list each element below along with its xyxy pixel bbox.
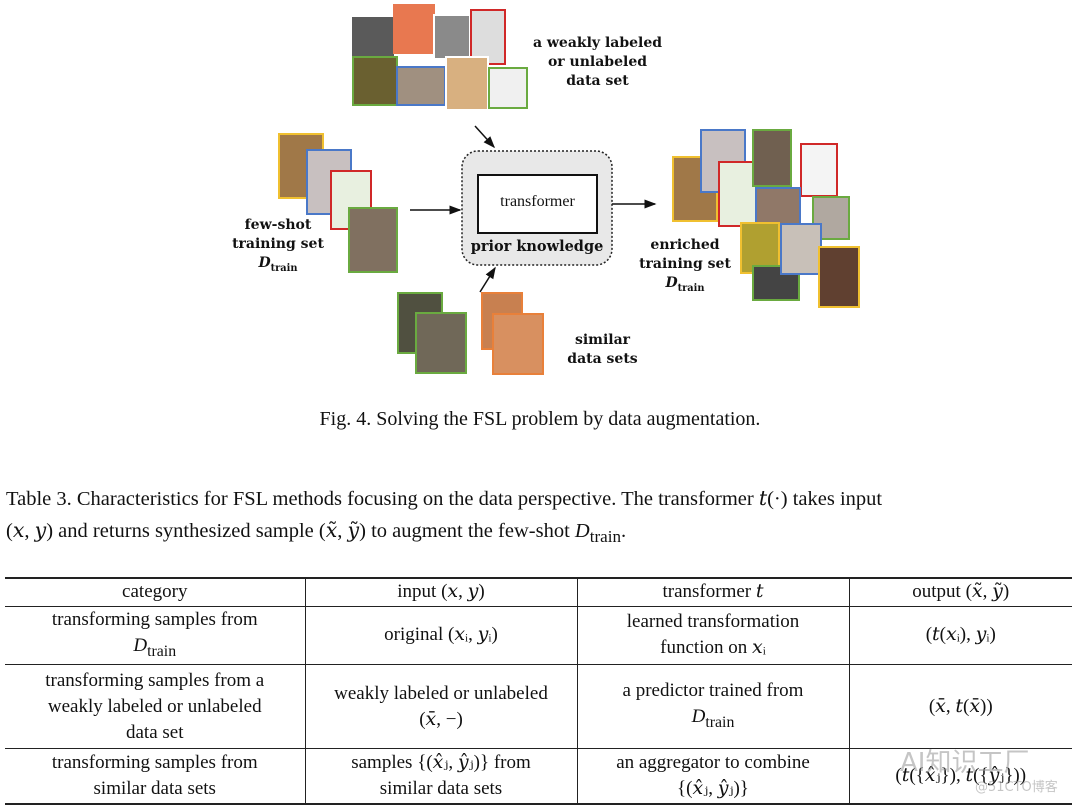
cell-line: transforming samples from — [51, 752, 258, 774]
cell-transformer: an aggregator to combine {(𝑥̂ⱼ, 𝑦̂ⱼ)} — [576, 748, 850, 805]
caption-text: (𝑥, 𝑦) and returns synthesized sample (𝑥… — [6, 520, 575, 542]
caption-line: Table 3. Characteristics for FSL methods… — [6, 488, 883, 510]
train-subscript: train — [705, 713, 735, 731]
arrow-in-bottom — [479, 266, 496, 293]
label-line: training set — [639, 256, 731, 272]
transformer-label: transformer — [500, 193, 575, 210]
table-caption: Table 3. Characteristics for FSL methods… — [6, 483, 1076, 553]
label-line: enriched — [650, 237, 720, 253]
cell-input: original (𝑥ᵢ, 𝑦ᵢ) — [304, 605, 578, 666]
cell-line: transforming samples from a — [45, 669, 265, 691]
cell-category: transforming samples from Dtrain — [5, 605, 306, 666]
dog-photo — [818, 246, 860, 308]
d-symbol: D — [133, 634, 148, 656]
cell-input: samples {(𝑥̂ⱼ, 𝑦̂ⱼ)} from similar data se… — [304, 748, 578, 805]
cell-transformer: a predictor trained from Dtrain — [576, 664, 850, 750]
cell-line: {(𝑥̂ⱼ, 𝑦̂ⱼ)} — [677, 778, 749, 800]
cell-line: (𝑥̄, −) — [419, 708, 463, 730]
train-subscript: train — [589, 527, 621, 547]
watermark-main: AI知识工厂 — [900, 748, 1030, 778]
cell-line: similar data sets — [93, 778, 216, 800]
fox-photo — [492, 313, 544, 375]
cell-line: data set — [125, 721, 184, 743]
d-train: Dtrain — [630, 274, 740, 298]
cell-line: weakly labeled or unlabeled — [334, 682, 548, 704]
table-row: transforming samples from a weakly labele… — [5, 664, 1072, 750]
wolf-photo — [415, 312, 467, 374]
cell-line: an aggregator to combine — [616, 752, 810, 774]
header-output: output (𝑥̃, 𝑦̃) — [848, 577, 1072, 607]
prior-knowledge-label: prior knowledge — [470, 238, 604, 255]
caption-line: (𝑥, 𝑦) and returns synthesized sample (𝑥… — [6, 515, 1076, 553]
d-symbol: D — [691, 705, 706, 727]
cell-category: transforming samples from similar data se… — [5, 748, 306, 805]
cell-line: function on 𝑥ᵢ — [660, 637, 766, 659]
d-symbol: D — [665, 275, 678, 291]
cell-line: weakly labeled or unlabeled — [47, 695, 262, 717]
header-transformer: transformer 𝑡 — [576, 577, 850, 607]
train-subscript: train — [677, 283, 705, 294]
caption-text: . — [621, 520, 627, 542]
watermark-sub: @51CTO博客 — [975, 780, 1058, 795]
cell-category: transforming samples from a weakly labele… — [5, 664, 306, 750]
label-line: similar — [574, 332, 631, 348]
header-category: category — [5, 577, 306, 607]
dog-photo — [800, 143, 838, 197]
dog-photo — [755, 187, 801, 227]
table-header-row: category input (𝑥, 𝑦) transformer 𝑡 outp… — [5, 577, 1072, 607]
cell-line: transforming samples from — [51, 608, 258, 630]
cell-line: a predictor trained from — [622, 679, 804, 701]
dog-photo — [780, 223, 822, 275]
cell-output: (𝑡(𝑥ᵢ), 𝑦ᵢ) — [848, 605, 1072, 666]
cell-output: (𝑥̄, 𝑡(𝑥̄)) — [848, 664, 1072, 750]
cell-transformer: learned transformation function on 𝑥ᵢ — [576, 605, 850, 666]
cell-line: samples {(𝑥̂ⱼ, 𝑦̂ⱼ)} from — [351, 752, 531, 774]
dog-photo — [752, 129, 792, 187]
figure-caption: Fig. 4. Solving the FSL problem by data … — [319, 408, 761, 430]
header-input: input (𝑥, 𝑦) — [304, 577, 578, 607]
similar-label: similar data sets — [555, 331, 650, 369]
label-line: data sets — [567, 351, 638, 367]
table-row: transforming samples from Dtrain original… — [5, 605, 1072, 666]
cell-input: weakly labeled or unlabeled (𝑥̄, −) — [304, 664, 578, 750]
cell-line: Dtrain — [582, 704, 845, 736]
train-subscript: train — [147, 642, 177, 660]
enriched-label: enriched training set Dtrain — [630, 236, 740, 298]
d-symbol: D — [574, 520, 590, 542]
cell-line: similar data sets — [379, 778, 503, 800]
arrow-in-top — [474, 125, 496, 149]
cell-line: learned transformation — [626, 611, 800, 633]
cell-line: Dtrain — [9, 633, 301, 665]
